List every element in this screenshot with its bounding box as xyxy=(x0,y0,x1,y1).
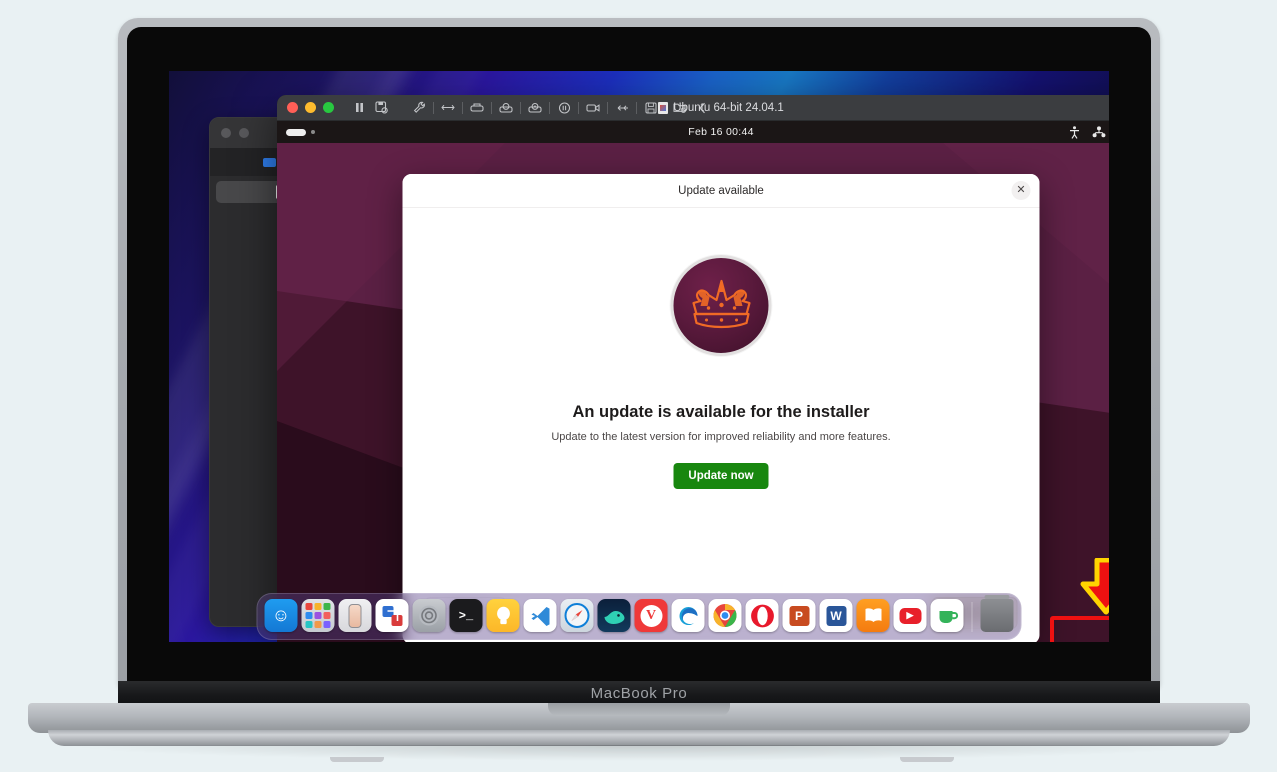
dock-icon-finder[interactable]: ☺ xyxy=(264,599,298,632)
sound-icon[interactable] xyxy=(553,99,575,117)
installer-heading: An update is available for the installer xyxy=(572,403,870,421)
cd-drive-icon[interactable] xyxy=(524,99,546,117)
installer-dialog: Update available ✕ An update is availabl… xyxy=(402,174,1040,642)
settings-wrench-icon[interactable] xyxy=(408,99,430,117)
ubuntu-system-tray[interactable] xyxy=(1069,125,1109,139)
installer-subtitle: Update to the latest version for improve… xyxy=(551,431,891,443)
vm-window-titlebar: Ubuntu 64-bit 24.04.1 xyxy=(277,95,1109,121)
snapshot-icon[interactable] xyxy=(370,99,392,117)
macbook-base xyxy=(28,703,1250,733)
screen-bezel: Ubuntu 64-bit 24.04.1 Feb 16 00:44 Updat… xyxy=(127,27,1151,688)
camera-icon[interactable] xyxy=(582,99,604,117)
screenshot-scene: Ubuntu 64-bit 24.04.1 Feb 16 00:44 Updat… xyxy=(0,0,1277,772)
installer-body: An update is available for the installer… xyxy=(403,208,1040,582)
macbook-shadow xyxy=(60,745,1220,761)
ubuntu-clock[interactable]: Feb 16 00:44 xyxy=(277,126,1109,138)
vm-toolbar[interactable] xyxy=(348,99,713,117)
dock-icon-microsoft-edge[interactable] xyxy=(671,599,705,632)
vmware-vm-window[interactable]: Ubuntu 64-bit 24.04.1 Feb 16 00:44 Updat… xyxy=(277,95,1109,642)
dock-icon-vmware-fusion[interactable] xyxy=(375,599,409,632)
ubuntu-crown-logo-icon xyxy=(670,255,772,356)
library-dot[interactable] xyxy=(239,128,249,138)
ubuntu-top-bar: Feb 16 00:44 xyxy=(277,121,1109,143)
dock-icon-powerpoint[interactable]: P xyxy=(782,599,816,632)
dock-icon-google-chrome[interactable] xyxy=(708,599,742,632)
close-window-button[interactable] xyxy=(287,102,298,113)
macbook-base-edge xyxy=(48,730,1230,746)
dock-icon-opera[interactable] xyxy=(745,599,779,632)
dock-icon-safari[interactable] xyxy=(560,599,594,632)
installer-header: Update available ✕ xyxy=(402,174,1040,208)
dock-icon-launchpad[interactable] xyxy=(301,599,335,632)
macbook-foot xyxy=(330,757,384,762)
dock-icon-system-settings[interactable] xyxy=(412,599,446,632)
installer-header-title: Update available xyxy=(678,184,764,197)
shared-folder-icon[interactable] xyxy=(669,99,691,117)
dock-divider xyxy=(971,602,973,632)
library-dot[interactable] xyxy=(221,128,231,138)
ubuntu-guest-screen: Feb 16 00:44 Update available ✕ An updat… xyxy=(277,121,1109,642)
pause-icon[interactable] xyxy=(348,99,370,117)
dock-icon-word[interactable]: W xyxy=(819,599,853,632)
macbook-brand-label: MacBook Pro xyxy=(590,684,688,702)
window-traffic-lights[interactable] xyxy=(287,102,334,113)
dock-icon-whale-app[interactable] xyxy=(597,599,631,632)
macos-screen: Ubuntu 64-bit 24.04.1 Feb 16 00:44 Updat… xyxy=(169,71,1109,642)
floppy-icon[interactable] xyxy=(640,99,662,117)
crown-glyph xyxy=(691,279,751,328)
accessibility-icon[interactable] xyxy=(1069,125,1080,139)
dock-icon-vivaldi[interactable]: V xyxy=(634,599,668,632)
dock-icon-trash[interactable] xyxy=(980,595,1014,632)
network-icon[interactable] xyxy=(437,99,459,117)
network-icon[interactable] xyxy=(1092,126,1106,138)
zoom-window-button[interactable] xyxy=(323,102,334,113)
dock-icon-books[interactable] xyxy=(856,599,890,632)
vm-screen-icon xyxy=(262,157,276,167)
dock-icon-iphone-mirroring[interactable] xyxy=(338,599,372,632)
collapse-chevron-icon[interactable] xyxy=(691,99,713,117)
dock-icon-cup-app[interactable] xyxy=(930,599,964,632)
dock-icon-terminal[interactable]: >_ xyxy=(449,599,483,632)
macbook-foot xyxy=(900,757,954,762)
update-now-button[interactable]: Update now xyxy=(673,463,769,489)
dock-icon-bulb-app[interactable] xyxy=(486,599,520,632)
dock-icon-youtube[interactable]: ▶ xyxy=(893,599,927,632)
macbook-lid-notch xyxy=(548,703,730,716)
hard-disk-icon[interactable] xyxy=(495,99,517,117)
dock-icon-vs-code[interactable] xyxy=(523,599,557,632)
macos-dock[interactable]: ☺ >_ V P W ▶ xyxy=(256,593,1022,640)
close-icon[interactable]: ✕ xyxy=(1011,181,1031,200)
macbook-lid: Ubuntu 64-bit 24.04.1 Feb 16 00:44 Updat… xyxy=(118,18,1160,688)
usb-icon[interactable] xyxy=(611,99,633,117)
minimize-window-button[interactable] xyxy=(305,102,316,113)
printer-icon[interactable] xyxy=(466,99,488,117)
macbook-chin-bar: MacBook Pro xyxy=(118,681,1160,705)
